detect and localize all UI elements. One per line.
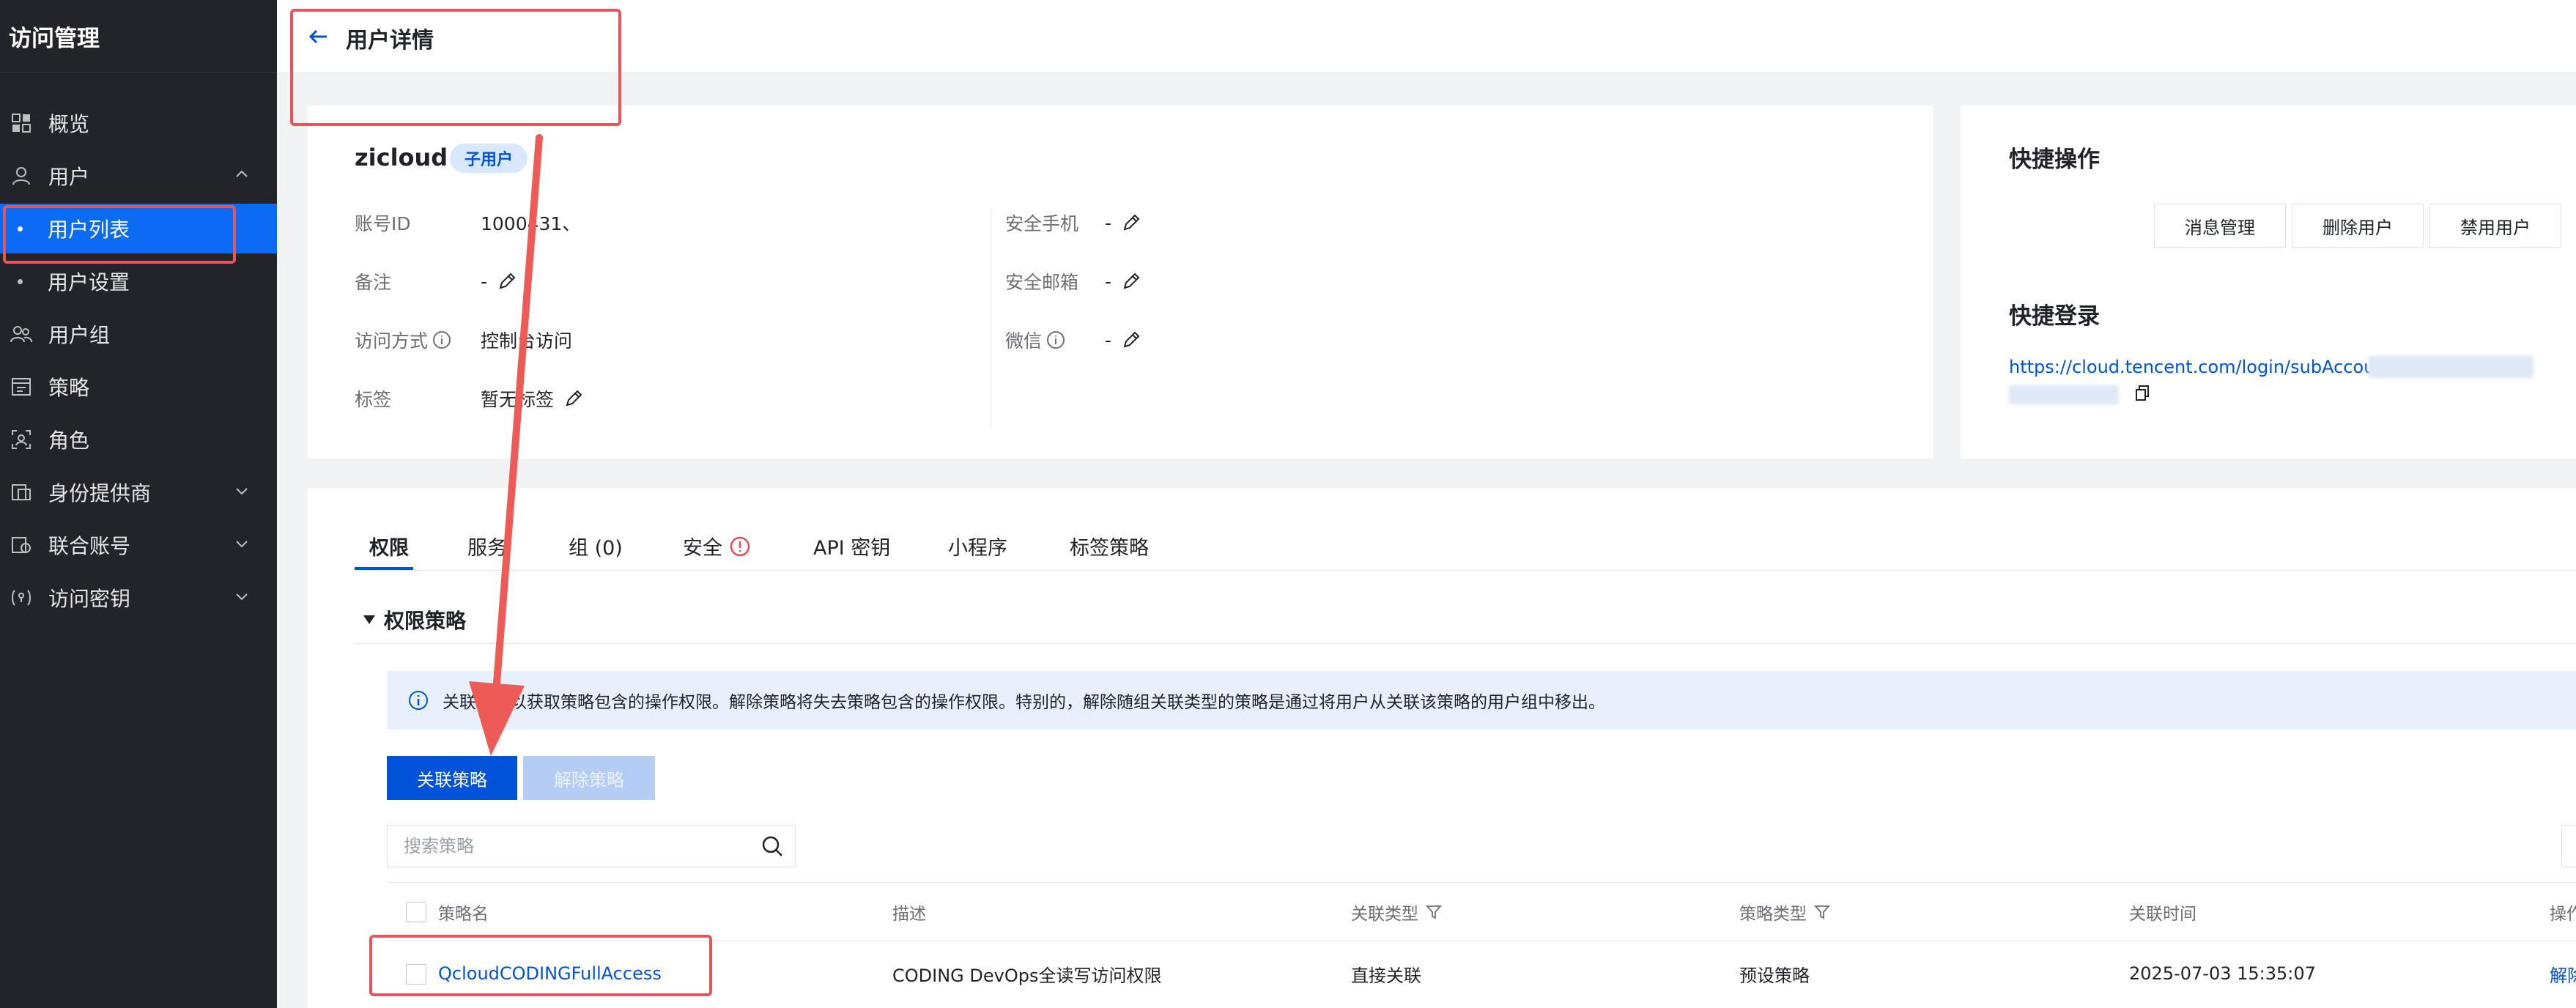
annotation-arrow: [469, 134, 543, 756]
